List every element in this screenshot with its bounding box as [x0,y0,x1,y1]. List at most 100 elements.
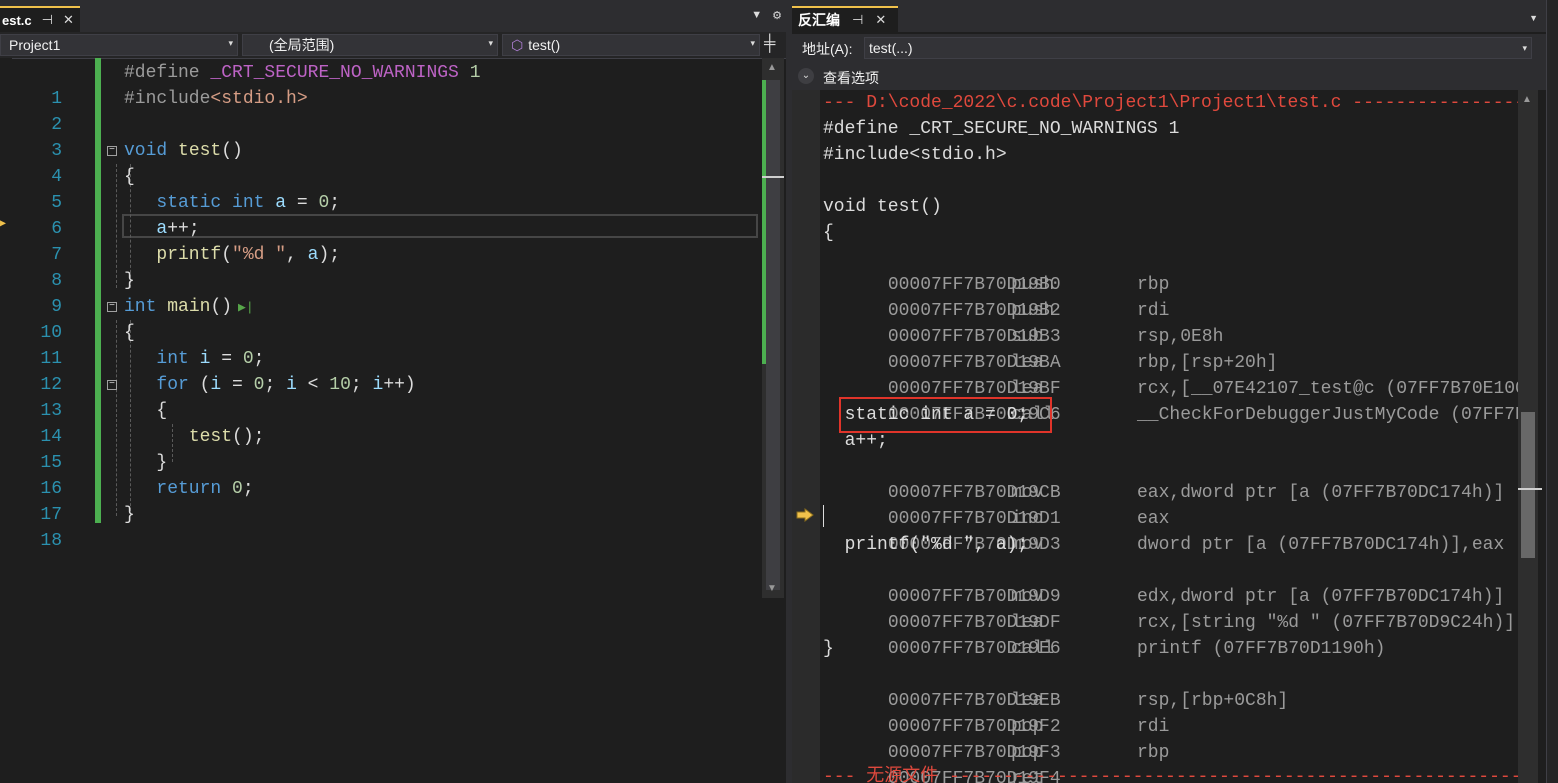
disassembly-text-area[interactable]: --- D:\code_2022\c.code\Project1\Project… [792,90,1518,783]
code-line: 18 } [0,502,760,551]
scope-dropdown[interactable]: (全局范围) ▾ [242,34,498,56]
code-text-area[interactable]: ▶ 1 #define _CRT_SECURE_NO_WARNINGS 1 2 … [0,58,760,783]
disassembly-tab-bar: 反汇编 ⊣ ✕ ▼ [792,0,1546,32]
function-dropdown[interactable]: ⬡ test() ▾ [502,34,760,56]
instruction-operand: __CheckForDebuggerJustMyCode (07FF7B70D1… [1137,405,1518,425]
text-caret [823,505,824,527]
function-name: test() [528,37,561,53]
navigation-bar: Project1 ▾ (全局范围) ▾ ⬡ test() ▾ ╪ [0,32,786,59]
indicator-margin [792,90,820,783]
source-line: } [823,639,834,659]
fold-toggle-icon[interactable]: − [107,380,117,390]
instruction-operand: rbp,[rsp+20h] [1137,353,1278,373]
instruction-line: 00007FF7B70D19E6 call printf (07FF7B70D119… [823,610,1386,659]
instruction-operand: rdi [1137,301,1170,321]
code-line: 2 #include<stdio.h> [0,86,760,135]
instruction-line: 00007FF7B70D19BF lea rcx,[__07E42107_test@… [823,350,1518,399]
code-line: 15 test(); [0,424,760,473]
chevron-down-icon[interactable]: ▾ [1522,38,1527,58]
tab-tools: ▼ ⚙ [751,9,782,22]
instruction-line-current: 00007FF7B70D19D3 mov dword ptr [a (07FF7B7… [823,506,1504,555]
instruction-line: 00007FF7B70D19F3 pop rbp [823,714,1170,763]
close-icon[interactable]: ✕ [63,12,74,28]
instruction-line: 00007FF7B70D19CB mov eax,dword ptr [a (07F… [823,454,1504,503]
split-editor-icon[interactable]: ╪ [764,35,775,53]
code-line: 14 { [0,398,760,447]
view-options-toggle[interactable]: 查看选项 [823,68,879,88]
cube-icon: ⬡ [511,36,524,53]
disassembly-scrollbar[interactable]: ▲ [1518,90,1542,783]
tab-disassembly[interactable]: 反汇编 ⊣ ✕ [792,6,898,32]
instruction-line: 00007FF7B70D19B2 push rdi [823,272,1170,321]
scrollbar-change-marker [762,80,766,364]
chevron-down-icon: ▾ [228,38,233,48]
current-instruction-arrow-icon [796,508,814,522]
code-line: 17 return 0; [0,476,760,525]
code-line: 5 { [0,164,760,213]
editor-scrollbar[interactable]: ▲ ▼ [762,58,784,598]
run-to-here-icon[interactable]: ▶| [238,300,254,315]
scrollbar-thumb[interactable] [1521,412,1535,558]
close-icon[interactable]: ✕ [875,12,886,28]
tab-dropdown-icon[interactable]: ▼ [751,9,762,22]
annotation-highlight-box [839,397,1052,433]
project-name: Project1 [9,37,61,53]
instruction-operand: rcx,[__07E42107_test@c (07FF7B70E1008h)] [1137,379,1518,399]
editor-tab-bar: est.c ⊣ ✕ ▼ ⚙ [0,0,786,32]
instruction-operand: rbp [1137,275,1170,295]
source-line: #define _CRT_SECURE_NO_WARNINGS 1 [823,119,1180,139]
expand-chevron-icon[interactable]: ⌄ [798,68,814,84]
scrollbar-position-marker [762,176,784,178]
tab-dropdown-icon[interactable]: ▼ [1529,13,1538,23]
scroll-up-icon[interactable]: ▲ [1522,94,1532,105]
address-input[interactable]: test(...) ▾ [864,37,1532,59]
project-dropdown[interactable]: Project1 ▾ [0,34,238,56]
source-file-header: --- D:\code_2022\c.code\Project1\Project… [823,93,1518,113]
disassembly-pane: 反汇编 ⊣ ✕ ▼ 地址(A): test(...) ▾ ⌄ 查看选项 --- … [792,0,1546,783]
code-line: 1 #define _CRT_SECURE_NO_WARNINGS 1 [0,60,760,109]
instruction-operand: rsp,[rbp+0C8h] [1137,691,1289,711]
instruction-operand: dword ptr [a (07FF7B70DC174h)],eax [1137,535,1505,555]
address-label: 地址(A): [802,41,853,57]
source-line: { [823,223,834,243]
fold-toggle-icon[interactable]: − [107,146,117,156]
scrollbar-position-marker [1518,488,1542,490]
instruction-line: 00007FF7B70D19BA lea rbp,[rsp+20h] [823,324,1278,373]
tab-test-c[interactable]: est.c ⊣ ✕ [0,6,80,32]
instruction-line: 00007FF7B70D19EB lea rsp,[rbp+0C8h] [823,662,1288,711]
instruction-operand: printf (07FF7B70D1190h) [1137,639,1386,659]
tab-title: est.c [2,12,32,28]
source-line: #include<stdio.h> [823,145,1007,165]
source-line: printf("%d ", a); [823,535,1029,555]
code-line: 10 − int main() ▶| [0,294,760,343]
chevron-down-icon: ▾ [488,38,493,48]
code-line: 3 [0,112,760,161]
instruction-opcode: call [1011,639,1055,659]
scroll-down-icon[interactable]: ▼ [767,583,777,594]
instruction-line: 00007FF7B70D19F2 pop rdi [823,688,1170,737]
address-bar: 地址(A): test(...) ▾ [792,34,1546,62]
instruction-line: 00007FF7B70D19DF lea rcx,[string "%d " (07… [823,584,1515,633]
code-line: 11 { [0,320,760,369]
code-line: 9 } [0,268,760,317]
instruction-line: 00007FF7B70D19D1 inc eax [823,480,1170,529]
instruction-line: 00007FF7B70D19B0 push rbp [823,246,1170,295]
fold-toggle-icon[interactable]: − [107,302,117,312]
pin-icon[interactable]: ⊣ [852,12,863,28]
code-line: 12 int i = 0; [0,346,760,395]
gear-icon[interactable]: ⚙ [772,9,782,22]
instruction-operand: eax [1137,509,1170,529]
scope-name: (全局范围) [269,37,335,53]
scroll-up-icon[interactable]: ▲ [767,62,777,73]
instruction-operand: rbp [1137,743,1170,763]
source-line: void test() [823,197,942,217]
code-line: 8 printf("%d ", a); [0,242,760,291]
scrollbar-thumb[interactable] [766,80,780,590]
code-line: 6 static int a = 0; [0,190,760,239]
instruction-operand: eax,dword ptr [a (07FF7B70DC174h)] [1137,483,1505,503]
instruction-operand: rdi [1137,717,1170,737]
chevron-down-icon: ▾ [750,38,755,48]
tab-title: 反汇编 [798,12,840,28]
pin-icon[interactable]: ⊣ [42,12,53,28]
side-panel-edge [1546,0,1558,783]
